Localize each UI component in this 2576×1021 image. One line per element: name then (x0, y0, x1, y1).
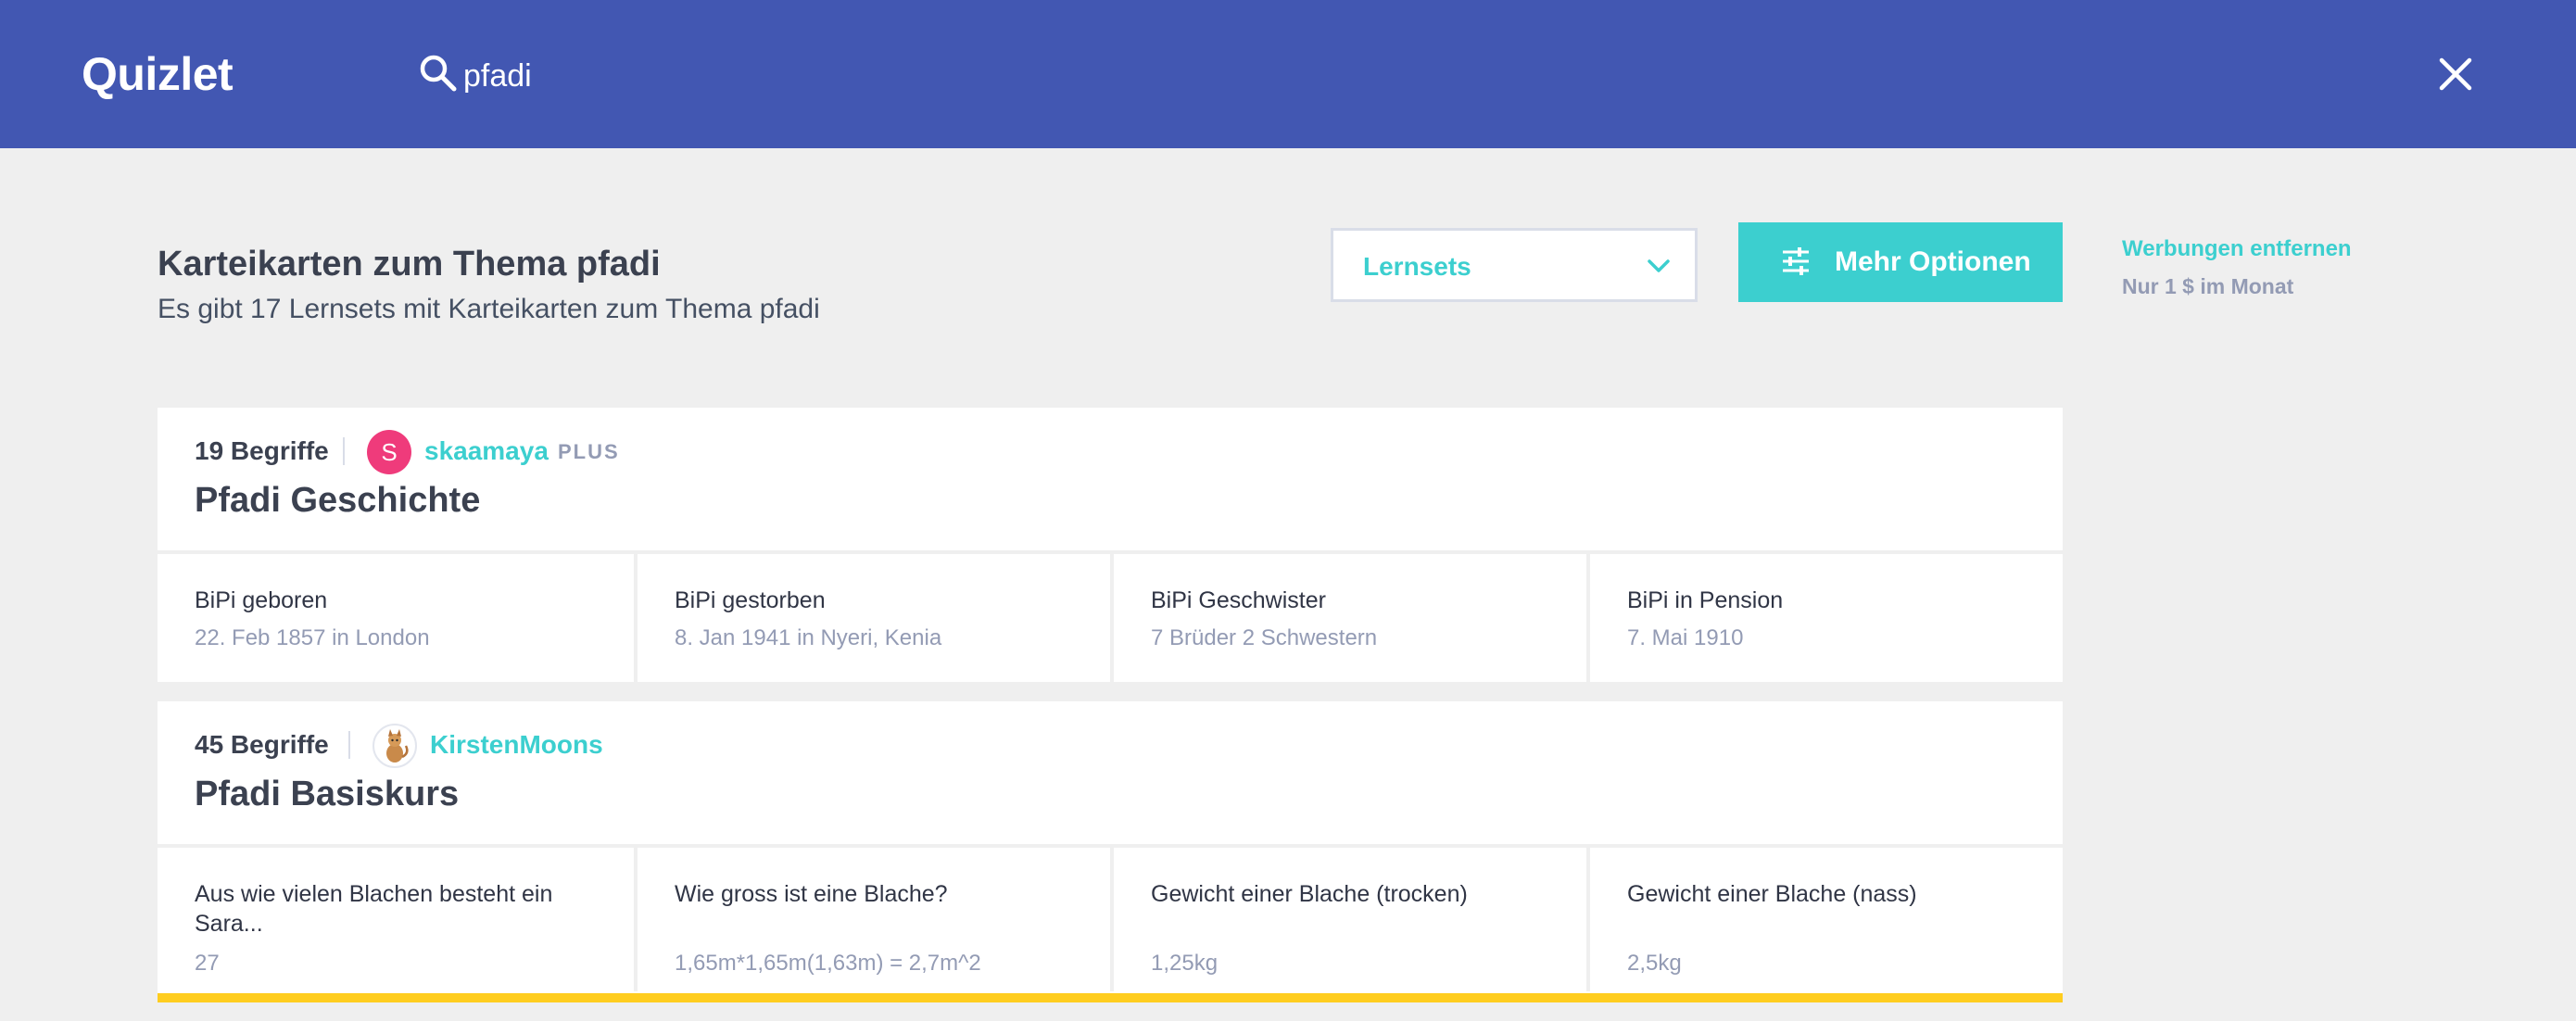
cat-avatar-icon[interactable] (373, 724, 417, 768)
plus-badge: PLUS (558, 440, 620, 463)
definition-text: 27 (195, 951, 220, 976)
term-text: Gewicht einer Blache (trocken) (1151, 881, 1468, 907)
more-options-button[interactable]: Mehr Optionen (1738, 222, 2063, 302)
quizlet-logo[interactable]: Quizlet (82, 46, 234, 102)
term-preview: BiPi gestorben 8. Jan 1941 in Nyeri, Ken… (634, 554, 1112, 682)
definition-text: 22. Feb 1857 in London (195, 625, 430, 650)
highlight-bar (158, 993, 2063, 1002)
close-icon[interactable] (2439, 57, 2472, 91)
type-filter-select[interactable]: Lernsets (1331, 228, 1698, 302)
search-input[interactable] (463, 48, 1390, 104)
set-title[interactable]: Pfadi Basiskurs (195, 772, 459, 816)
term-count: 19 Begriffe (195, 436, 329, 465)
author-username[interactable]: skaamaya (424, 435, 549, 467)
term-text: BiPi Geschwister (1151, 587, 1326, 613)
definition-text: 1,65m*1,65m(1,63m) = 2,7m^2 (675, 951, 981, 976)
study-set-card[interactable]: 45 Begriffe KirstenMoons Pfadi Basiskurs… (158, 701, 2063, 1002)
term-preview: BiPi Geschwister 7 Brüder 2 Schwestern (1110, 554, 1588, 682)
term-preview: Wie gross ist eine Blache? 1,65m*1,65m(1… (634, 848, 1112, 991)
more-options-label: Mehr Optionen (1835, 246, 2031, 277)
remove-ads-link[interactable]: Werbungen entfernen (2122, 235, 2352, 263)
filter-selected-value: Lernsets (1363, 252, 1471, 281)
term-text: BiPi in Pension (1627, 587, 1784, 613)
definition-text: 1,25kg (1151, 951, 1219, 976)
term-preview-row: Aus wie vielen Blachen besteht ein Sara.… (158, 848, 2063, 991)
meta-divider (343, 437, 345, 465)
definition-text: 2,5kg (1627, 951, 1682, 976)
sliders-icon (1783, 247, 1809, 275)
term-preview: Aus wie vielen Blachen besteht ein Sara.… (158, 848, 632, 991)
ad-price-text: Nur 1 $ im Monat (2122, 274, 2294, 298)
term-text: Gewicht einer Blache (nass) (1627, 881, 1917, 907)
top-bar: Quizlet (0, 0, 2576, 148)
chevron-down-icon (1648, 259, 1670, 272)
term-text: BiPi geboren (195, 587, 328, 613)
term-preview: BiPi geboren 22. Feb 1857 in London (158, 554, 632, 682)
term-text: BiPi gestorben (675, 587, 826, 613)
term-text: Wie gross ist eine Blache? (675, 881, 948, 907)
definition-text: 7 Brüder 2 Schwestern (1151, 625, 1378, 650)
page-subtitle: Es gibt 17 Lernsets mit Karteikarten zum… (158, 294, 820, 324)
set-header: 45 Begriffe KirstenMoons Pfadi Basiskurs (158, 701, 2063, 844)
term-text: Aus wie vielen Blachen besteht ein Sara.… (195, 881, 553, 937)
definition-text: 7. Mai 1910 (1627, 625, 1744, 650)
term-preview: BiPi in Pension 7. Mai 1910 (1586, 554, 2065, 682)
set-header: 19 Begriffe S skaamaya PLUS Pfadi Geschi… (158, 408, 2063, 550)
cat-avatar-icon (386, 729, 409, 763)
term-count: 45 Begriffe (195, 730, 329, 759)
term-preview: Gewicht einer Blache (trocken) 1,25kg (1110, 848, 1588, 991)
term-preview-row: BiPi geboren 22. Feb 1857 in London BiPi… (158, 554, 2063, 682)
page-title: Karteikarten zum Thema pfadi (158, 245, 661, 284)
set-title[interactable]: Pfadi Geschichte (195, 478, 480, 523)
study-set-card[interactable]: 19 Begriffe S skaamaya PLUS Pfadi Geschi… (158, 408, 2063, 682)
author-username[interactable]: KirstenMoons (430, 729, 603, 761)
meta-divider (348, 731, 350, 759)
term-preview: Gewicht einer Blache (nass) 2,5kg (1586, 848, 2065, 991)
definition-text: 8. Jan 1941 in Nyeri, Kenia (675, 625, 942, 650)
avatar[interactable]: S (367, 430, 411, 474)
search-icon (420, 55, 457, 92)
